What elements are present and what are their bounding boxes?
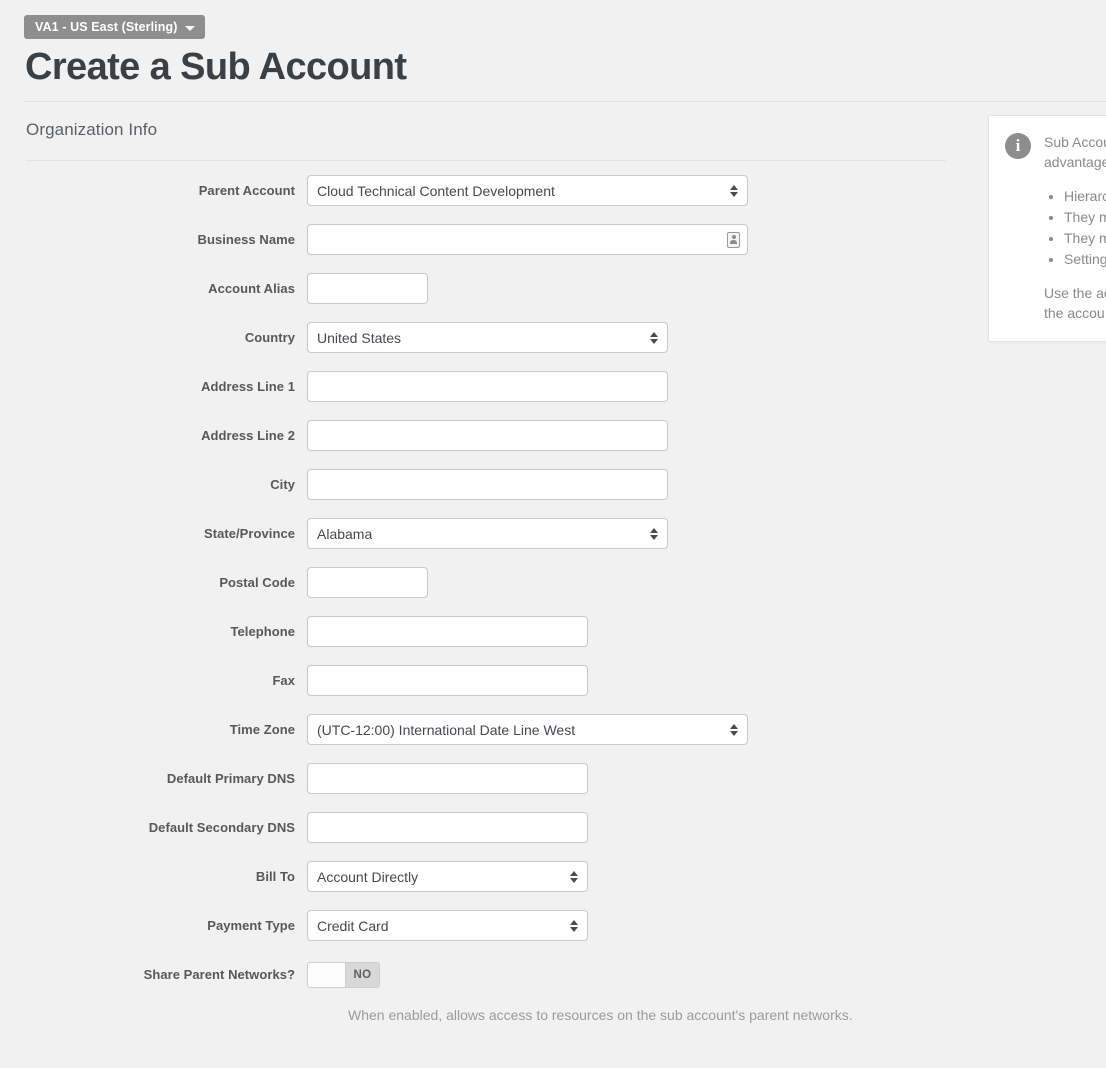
section-divider: [26, 160, 946, 161]
address-line-2-input[interactable]: [307, 420, 668, 451]
fax-input[interactable]: [307, 665, 588, 696]
field-row-account-alias: Account Alias: [0, 264, 960, 313]
select-stepper-icon: [730, 184, 738, 197]
label-state-province: State/Province: [203, 526, 295, 541]
share-parent-networks-toggle[interactable]: NO: [307, 961, 380, 988]
label-address-line-2: Address Line 2: [201, 428, 295, 443]
label-city: City: [270, 477, 295, 492]
business-name-input[interactable]: [307, 224, 748, 255]
list-item: They may…: [1064, 228, 1106, 248]
label-parent-account: Parent Account: [198, 183, 295, 198]
create-sub-account-page: VA1 - US East (Sterling) Create a Sub Ac…: [0, 0, 1106, 1068]
country-value: United States: [317, 329, 402, 346]
parent-account-value: Cloud Technical Content Development: [317, 182, 555, 199]
field-row-default-primary-dns: Default Primary DNS: [0, 754, 960, 803]
page-title: Create a Sub Account: [25, 46, 407, 88]
select-stepper-icon: [570, 919, 578, 932]
contact-card-icon[interactable]: [727, 231, 740, 248]
field-row-postal-code: Postal Code: [0, 558, 960, 607]
label-payment-type: Payment Type: [207, 918, 295, 933]
payment-type-select[interactable]: Credit Card: [307, 910, 588, 941]
label-fax: Fax: [272, 673, 295, 688]
time-zone-select[interactable]: (UTC-12:00) International Date Line West: [307, 714, 748, 745]
time-zone-value: (UTC-12:00) International Date Line West: [317, 721, 576, 738]
select-stepper-icon: [650, 331, 658, 344]
account-alias-input[interactable]: [307, 273, 428, 304]
field-row-payment-type: Payment Type Credit Card: [0, 901, 960, 950]
label-default-primary-dns: Default Primary DNS: [166, 771, 295, 786]
field-row-city: City: [0, 460, 960, 509]
state-province-select[interactable]: Alabama: [307, 518, 668, 549]
parent-account-select[interactable]: Cloud Technical Content Development: [307, 175, 748, 206]
info-panel-bullet-list: Hierarchy… sideways. They may… They may……: [1044, 186, 1106, 269]
label-time-zone: Time Zone: [229, 722, 295, 737]
default-primary-dns-input[interactable]: [307, 763, 588, 794]
select-stepper-icon: [570, 870, 578, 883]
field-row-default-secondary-dns: Default Secondary DNS: [0, 803, 960, 852]
field-row-address-line-1: Address Line 1: [0, 362, 960, 411]
bill-to-select[interactable]: Account Directly: [307, 861, 588, 892]
payment-type-value: Credit Card: [317, 917, 389, 934]
label-bill-to: Bill To: [255, 869, 295, 884]
label-postal-code: Postal Code: [219, 575, 295, 590]
bill-to-value: Account Directly: [317, 868, 419, 885]
field-row-bill-to: Bill To Account Directly: [0, 852, 960, 901]
default-secondary-dns-input[interactable]: [307, 812, 588, 843]
field-row-parent-account: Parent Account Cloud Technical Content D…: [0, 166, 960, 215]
list-item: Hierarchy… sideways.: [1064, 186, 1106, 206]
info-icon: i: [1005, 133, 1031, 159]
country-select[interactable]: United States: [307, 322, 668, 353]
address-line-1-input[interactable]: [307, 371, 668, 402]
select-stepper-icon: [730, 723, 738, 736]
chevron-down-icon: [185, 25, 196, 31]
field-row-address-line-2: Address Line 2: [0, 411, 960, 460]
sub-account-info-panel: i Sub Accou… data may … respective… adva…: [988, 115, 1106, 342]
field-row-business-name: Business Name: [0, 215, 960, 264]
organization-info-form: Parent Account Cloud Technical Content D…: [0, 166, 960, 999]
telephone-input[interactable]: [307, 616, 588, 647]
field-row-telephone: Telephone: [0, 607, 960, 656]
select-stepper-icon: [650, 527, 658, 540]
region-selector-badge[interactable]: VA1 - US East (Sterling): [24, 15, 206, 39]
label-share-parent-networks: Share Parent Networks?: [143, 967, 295, 982]
toggle-state-label: NO: [353, 968, 372, 981]
info-panel-intro: Sub Accou… data may … respective… advant…: [1044, 134, 1106, 170]
field-row-time-zone: Time Zone (UTC-12:00) International Date…: [0, 705, 960, 754]
field-row-share-parent-networks: Share Parent Networks? NO: [0, 950, 960, 999]
label-telephone: Telephone: [230, 624, 295, 639]
region-selector-label: VA1 - US East (Sterling): [35, 20, 178, 34]
field-row-state-province: State/Province Alabama: [0, 509, 960, 558]
label-default-secondary-dns: Default Secondary DNS: [148, 820, 295, 835]
label-address-line-1: Address Line 1: [201, 379, 295, 394]
share-parent-networks-help-text: When enabled, allows access to resources…: [348, 1007, 853, 1023]
list-item: They may…: [1064, 207, 1106, 227]
section-title-organization-info: Organization Info: [26, 120, 158, 139]
postal-code-input[interactable]: [307, 567, 428, 598]
title-divider: [25, 101, 1106, 102]
label-country: Country: [244, 330, 295, 345]
city-input[interactable]: [307, 469, 668, 500]
field-row-country: Country United States: [0, 313, 960, 362]
list-item: Settings a…: [1064, 249, 1106, 269]
state-province-value: Alabama: [317, 525, 373, 542]
info-panel-tail: Use the ac… all accoun… context. (… the …: [1044, 285, 1106, 321]
toggle-knob: [308, 962, 346, 987]
label-business-name: Business Name: [197, 232, 295, 247]
field-row-fax: Fax: [0, 656, 960, 705]
label-account-alias: Account Alias: [208, 281, 295, 296]
